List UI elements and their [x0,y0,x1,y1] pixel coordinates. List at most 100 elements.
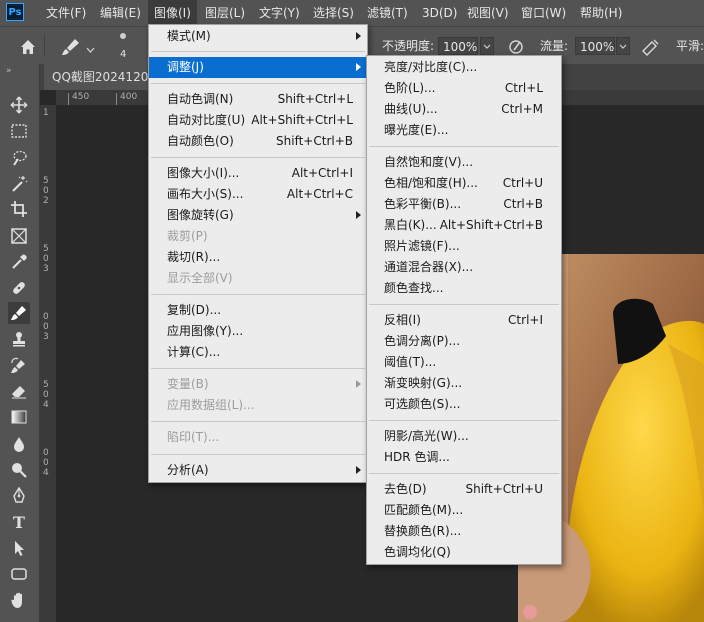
submenu-arrow-icon [356,32,361,40]
menu-item-label: 色阶(L)... [384,81,436,95]
marquee-tool-icon[interactable] [8,120,30,142]
adjust-menu-item-invert[interactable]: 反相(I) Ctrl+I [367,310,561,331]
rectangle-tool-icon[interactable] [8,563,30,585]
chevron-down-icon [619,44,627,49]
airbrush-icon[interactable] [640,37,660,57]
adjust-menu-item-hue-saturation[interactable]: 色相/饱和度(H)... Ctrl+U [367,173,561,194]
adjust-menu-item-posterize[interactable]: 色调分离(P)... [367,331,561,352]
adjust-menu-item-selective-color[interactable]: 可选颜色(S)... [367,394,561,415]
home-icon[interactable] [18,37,38,57]
menu-window[interactable]: 窗口(W) [515,0,572,26]
menu-separator [151,51,365,52]
adjust-menu-item-color-lookup[interactable]: 颜色查找... [367,278,561,299]
menu-view[interactable]: 视图(V) [461,0,515,26]
history-brush-tool-icon[interactable] [8,355,30,377]
menu-item-label: 自动颜色(O) [167,134,234,148]
image-menu-item-trap: 陷印(T)... [149,427,367,448]
image-menu-item-calculations[interactable]: 计算(C)... [149,342,367,363]
adjust-menu-item-equalize[interactable]: 色调均化(Q) [367,542,561,563]
document-tab[interactable]: QQ截图2024120 [44,64,157,90]
adjust-menu-item-black-white[interactable]: 黑白(K)... Alt+Shift+Ctrl+B [367,215,561,236]
menu-type[interactable]: 文字(Y) [253,0,306,26]
image-menu-item-duplicate[interactable]: 复制(D)... [149,300,367,321]
adjust-menu-item-gradient-map[interactable]: 渐变映射(G)... [367,373,561,394]
pen-tool-icon[interactable] [8,485,30,507]
menu-item-label: 渐变映射(G)... [384,376,463,390]
quick-select-tool-icon[interactable] [8,147,30,169]
brush-preset-icon[interactable] [60,37,82,57]
path-selection-tool-icon[interactable] [8,537,30,559]
move-tool-icon[interactable] [8,94,30,116]
menu-layer[interactable]: 图层(L) [199,0,251,26]
brush-tool-icon[interactable] [8,302,30,324]
toolbox-collapse-icon[interactable]: » [6,66,12,76]
image-menu-item-reveal-all: 显示全部(V) [149,268,367,289]
magic-wand-tool-icon[interactable] [8,173,30,195]
crop-tool-icon[interactable] [8,198,30,220]
image-menu-item-image-size[interactable]: 图像大小(I)... Alt+Ctrl+I [149,163,367,184]
type-tool-icon[interactable]: T [8,511,30,533]
adjust-menu-item-channel-mixer[interactable]: 通道混合器(X)... [367,257,561,278]
adjust-menu-item-match-color[interactable]: 匹配颜色(M)... [367,500,561,521]
ruler-tick-label: 0 [43,458,49,468]
hand-tool-icon[interactable] [8,589,30,611]
menu-item-shortcut: Ctrl+U [502,176,543,190]
adjust-menu-item-exposure[interactable]: 曝光度(E)... [367,120,561,141]
image-menu-item-trim[interactable]: 裁切(R)... [149,247,367,268]
adjust-menu-item-vibrance[interactable]: 自然饱和度(V)... [367,152,561,173]
adjust-menu-item-shadows-highlights[interactable]: 阴影/高光(W)... [367,426,561,447]
menu-image[interactable]: 图像(I) [148,0,197,26]
menu-item-label: HDR 色调... [384,450,450,464]
menu-item-shortcut: Shift+Ctrl+U [465,482,543,496]
menu-separator [369,304,559,305]
adjust-menu-item-threshold[interactable]: 阈值(T)... [367,352,561,373]
flow-dropdown[interactable] [616,37,630,55]
menu-item-label: 应用图像(Y)... [167,324,244,338]
menu-select[interactable]: 选择(S) [307,0,360,26]
menu-file[interactable]: 文件(F) [40,0,92,26]
adjust-menu-item-brightness-contrast[interactable]: 亮度/对比度(C)... [367,57,561,78]
adjust-menu-item-hdr-toning[interactable]: HDR 色调... [367,447,561,468]
ruler-tick [116,93,117,105]
dodge-tool-icon[interactable] [8,459,30,481]
image-menu-item-adjustments[interactable]: 调整(J) [149,57,367,78]
adjust-menu-item-desaturate[interactable]: 去色(D) Shift+Ctrl+U [367,479,561,500]
ruler-tick-label: 3 [43,332,49,342]
image-menu-item-mode[interactable]: 模式(M) [149,26,367,47]
blur-tool-icon[interactable] [8,433,30,455]
opacity-field[interactable]: 100% [438,37,478,55]
gradient-tool-icon[interactable] [8,406,30,428]
frame-tool-icon[interactable] [8,225,30,247]
image-menu-item-apply-image[interactable]: 应用图像(Y)... [149,321,367,342]
brush-size-value: 4 [120,49,127,60]
image-menu-item-analysis[interactable]: 分析(A) [149,460,367,481]
image-menu-item-auto-color[interactable]: 自动颜色(O) Shift+Ctrl+B [149,131,367,152]
eraser-tool-icon[interactable] [8,380,30,402]
menu-item-shortcut: Shift+Ctrl+L [277,92,353,106]
adjust-menu-item-replace-color[interactable]: 替换颜色(R)... [367,521,561,542]
ruler-tick-label: 450 [72,92,90,102]
image-menu-item-image-rotation[interactable]: 图像旋转(G) [149,205,367,226]
menu-item-label: 通道混合器(X)... [384,260,474,274]
healing-brush-tool-icon[interactable] [8,277,30,299]
brush-tip-icon [120,33,126,39]
menu-help[interactable]: 帮助(H) [574,0,628,26]
pressure-opacity-icon[interactable] [506,37,526,57]
adjust-menu-item-curves[interactable]: 曲线(U)... Ctrl+M [367,99,561,120]
flow-field[interactable]: 100% [575,37,615,55]
chevron-down-icon[interactable] [86,42,95,56]
eyedropper-tool-icon[interactable] [8,251,30,273]
menu-item-shortcut: Ctrl+B [503,197,543,211]
menu-3d[interactable]: 3D(D) [416,0,463,26]
image-menu-item-auto-tone[interactable]: 自动色调(N) Shift+Ctrl+L [149,89,367,110]
adjust-menu-item-photo-filter[interactable]: 照片滤镜(F)... [367,236,561,257]
menu-separator [151,294,365,295]
opacity-dropdown[interactable] [480,37,494,55]
menu-edit[interactable]: 编辑(E) [94,0,147,26]
adjust-menu-item-color-balance[interactable]: 色彩平衡(B)... Ctrl+B [367,194,561,215]
clone-stamp-tool-icon[interactable] [8,328,30,350]
adjust-menu-item-levels[interactable]: 色阶(L)... Ctrl+L [367,78,561,99]
image-menu-item-auto-contrast[interactable]: 自动对比度(U) Alt+Shift+Ctrl+L [149,110,367,131]
image-menu-item-canvas-size[interactable]: 画布大小(S)... Alt+Ctrl+C [149,184,367,205]
menu-filter[interactable]: 滤镜(T) [361,0,414,26]
